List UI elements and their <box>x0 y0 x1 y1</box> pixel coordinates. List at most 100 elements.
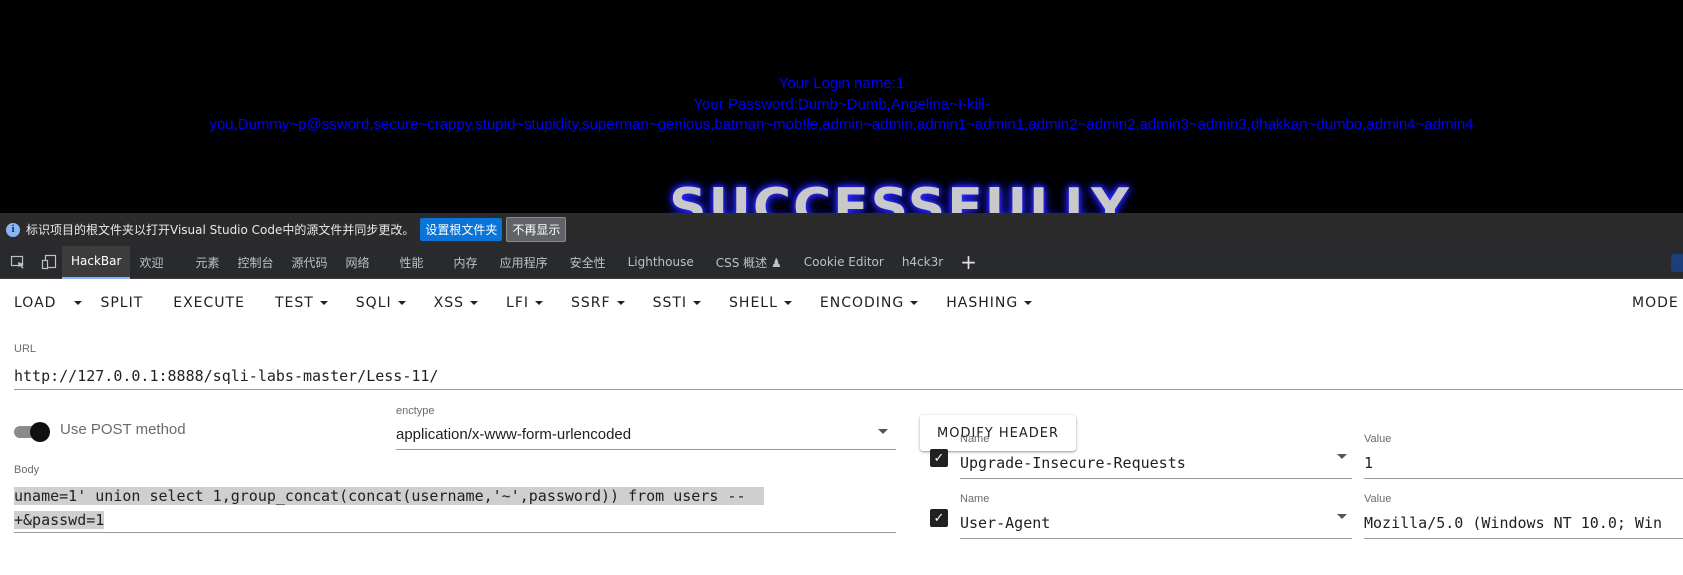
mode-menu-label: MODE <box>1632 295 1679 311</box>
header-2-value-label: Value <box>1364 493 1392 505</box>
body-label: Body <box>14 464 40 476</box>
tab-console[interactable]: 控制台 <box>228 246 282 279</box>
header-1-value-input[interactable]: 1 <box>1364 454 1373 472</box>
header-2-value-input[interactable]: Mozilla/5.0 (Windows NT 10.0; Win <box>1364 514 1662 532</box>
ssrf-menu-label: SSRF <box>571 295 611 311</box>
shell-menu-label: SHELL <box>729 295 778 311</box>
tab-application[interactable]: 应用程序 <box>491 246 557 279</box>
header-2-name-input[interactable]: User-Agent <box>960 514 1050 532</box>
chevron-down-icon <box>693 301 702 305</box>
shell-menu-button[interactable]: SHELL <box>717 285 804 321</box>
post-method-label: Use POST method <box>60 421 186 438</box>
header-1-name-underline <box>960 478 1352 479</box>
ssti-menu-button[interactable]: SSTI <box>641 285 713 321</box>
chevron-down-icon <box>1024 301 1033 305</box>
devtools-infobar: i 标识项目的根文件夹以打开Visual Studio Code中的源文件并同步… <box>0 213 1683 246</box>
web-page-viewport: Your Login name:1 Your Password:Dumb~Dum… <box>0 0 1683 213</box>
chevron-down-icon <box>470 301 479 305</box>
header-1-value-underline <box>1364 478 1683 479</box>
body-underline <box>14 532 896 533</box>
chevron-down-icon[interactable] <box>1337 514 1347 519</box>
header-1-checkbox[interactable]: ✓ <box>930 449 948 467</box>
tab-sources[interactable]: 源代码 <box>283 246 337 279</box>
success-banner-image: SUCCESSFULLY <box>669 178 1131 213</box>
encoding-menu-button[interactable]: ENCODING <box>808 285 930 321</box>
set-root-folder-button[interactable]: 设置根文件夹 <box>420 218 503 241</box>
infobar-message: 标识项目的根文件夹以打开Visual Studio Code中的源文件并同步更改… <box>26 223 415 237</box>
hashing-menu-button[interactable]: HASHING <box>934 285 1044 321</box>
body-line-1: uname=1' union select 1,group_concat(con… <box>14 487 746 505</box>
url-input[interactable]: http://127.0.0.1:8888/sqli-labs-master/L… <box>14 367 438 385</box>
tab-elements[interactable]: 元素 <box>186 246 228 279</box>
header-2-value-underline <box>1364 538 1683 539</box>
lfi-menu-label: LFI <box>506 295 529 311</box>
tab-h4ck3r[interactable]: h4ck3r <box>893 246 952 279</box>
chevron-down-icon[interactable] <box>878 429 888 434</box>
lfi-menu-button[interactable]: LFI <box>494 285 555 321</box>
query-result: Your Login name:1 Your Password:Dumb~Dum… <box>0 74 1683 136</box>
chevron-down-icon <box>397 301 406 305</box>
sqli-menu-button[interactable]: SQLI <box>344 285 418 321</box>
tab-performance[interactable]: 性能 <box>391 246 433 279</box>
split-button[interactable]: SPLIT <box>88 285 155 321</box>
body-line-2: +&passwd=1 <box>14 511 105 529</box>
url-label: URL <box>14 343 37 355</box>
enctype-select[interactable]: application/x-www-form-urlencoded <box>396 426 631 443</box>
encoding-menu-label: ENCODING <box>819 295 905 311</box>
header-1-name-input[interactable]: Upgrade-Insecure-Requests <box>960 454 1186 472</box>
ssrf-menu-button[interactable]: SSRF <box>559 285 637 321</box>
toggle-knob <box>30 422 50 442</box>
hashing-menu-label: HASHING <box>946 295 1019 311</box>
add-tab-icon[interactable]: + <box>952 246 985 279</box>
chevron-down-icon <box>910 301 919 305</box>
header-2-checkbox[interactable]: ✓ <box>930 509 948 527</box>
url-underline <box>14 389 1683 390</box>
chevron-down-icon[interactable] <box>1337 454 1347 459</box>
tab-hackbar[interactable]: HackBar <box>62 245 131 279</box>
test-menu-button[interactable]: TEST <box>263 285 340 321</box>
xss-menu-button[interactable]: XSS <box>422 285 490 321</box>
modify-header-button[interactable]: MODIFY HEADER <box>920 415 1076 451</box>
enctype-underline <box>396 449 896 450</box>
ssti-menu-label: SSTI <box>652 295 688 311</box>
tab-css-overview[interactable]: CSS 概述 ♟ <box>707 246 791 279</box>
execute-button-label: EXECUTE <box>173 295 245 311</box>
devtools-tabbar: HackBar 欢迎 元素 控制台 源代码 网络 性能 内存 应用程序 安全性 … <box>0 245 1683 279</box>
chevron-down-icon <box>535 301 543 305</box>
split-button-label: SPLIT <box>100 295 144 311</box>
header-2-name-underline <box>960 538 1352 539</box>
password-line-1: Your Password:Dumb~Dumb,Angelina~I-kill- <box>693 95 990 113</box>
enctype-label: enctype <box>396 405 435 417</box>
header-2-name-label: Name <box>960 493 990 505</box>
mode-menu-button[interactable]: MODE <box>1620 285 1683 321</box>
execute-button[interactable]: EXECUTE <box>161 285 257 321</box>
login-name-line: Your Login name:1 <box>778 75 905 92</box>
load-dropdown-button[interactable] <box>68 285 88 321</box>
body-textarea[interactable]: uname=1' union select 1,group_concat(con… <box>14 484 829 532</box>
inspect-element-icon[interactable] <box>0 246 36 279</box>
tab-cookie-editor[interactable]: Cookie Editor <box>795 246 893 279</box>
header-1-name-label: Name <box>960 433 990 445</box>
xss-menu-label: XSS <box>433 295 465 311</box>
load-button[interactable]: LOAD <box>0 285 68 321</box>
dont-show-again-button[interactable]: 不再显示 <box>506 217 567 242</box>
password-line-2: you,Dummy~p@ssword,secure~crappy,stupid~… <box>209 116 1474 133</box>
load-button-label: LOAD <box>14 295 57 311</box>
sqli-menu-label: SQLI <box>355 295 392 311</box>
header-1-value-label: Value <box>1364 433 1392 445</box>
feedback-icon[interactable] <box>1671 254 1683 272</box>
hackbar-toolbar: LOAD SPLIT EXECUTE TEST SQLI XSS LFI SSR… <box>0 279 1683 327</box>
chevron-down-icon <box>783 301 792 305</box>
tab-network[interactable]: 网络 <box>337 246 379 279</box>
chevron-down-icon <box>616 301 625 305</box>
hackbar-panel: URL http://127.0.0.1:8888/sqli-labs-mast… <box>0 327 1683 575</box>
tab-welcome[interactable]: 欢迎 <box>130 246 172 279</box>
tab-security[interactable]: 安全性 <box>561 246 615 279</box>
tab-lighthouse[interactable]: Lighthouse <box>619 246 703 279</box>
tab-memory[interactable]: 内存 <box>445 246 487 279</box>
chevron-down-icon <box>319 301 328 305</box>
post-method-toggle[interactable] <box>14 419 52 443</box>
info-icon: i <box>6 222 20 237</box>
device-toolbar-icon[interactable] <box>36 246 62 279</box>
chevron-down-icon <box>74 301 83 305</box>
